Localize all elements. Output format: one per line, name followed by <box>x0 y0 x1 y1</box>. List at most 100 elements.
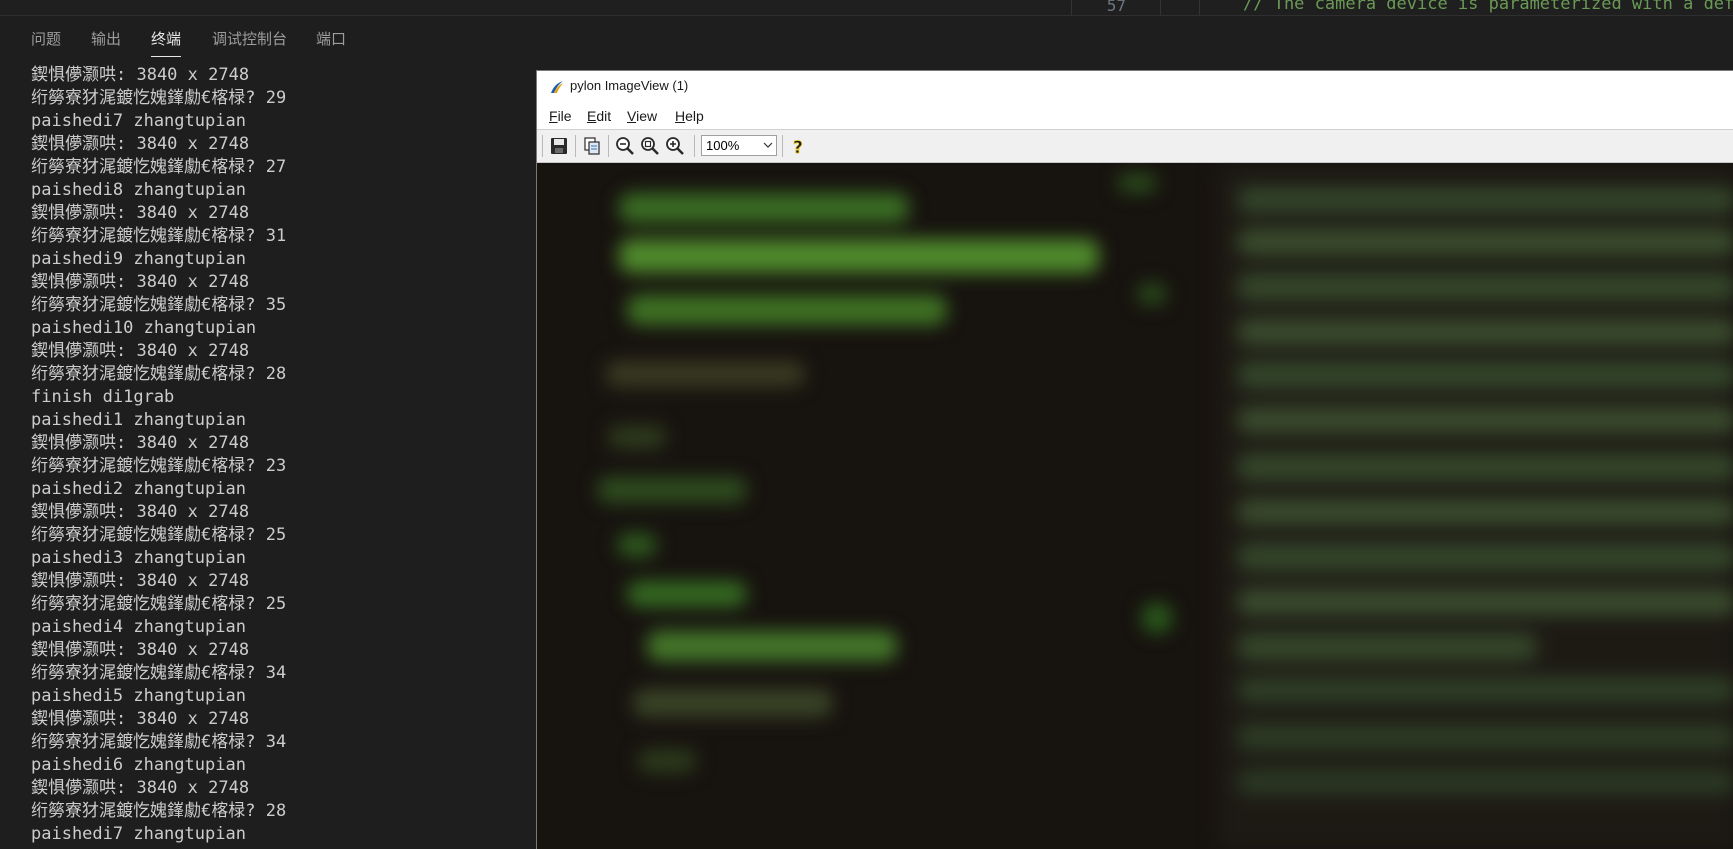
zoom-fit-icon[interactable] <box>640 136 660 156</box>
image-glow <box>1237 589 1733 615</box>
terminal-line: paishedi7 zhangtupian <box>31 824 246 844</box>
editor-divider <box>1160 0 1161 15</box>
terminal-line: 鍥惧儚灏哄: 3840 x 2748 <box>31 502 250 522</box>
image-glow <box>1237 187 1733 213</box>
menu-edit-accel: E <box>587 108 597 124</box>
panel-tab-bar: 问题 输出 终端 调试控制台 端口 <box>0 16 1733 57</box>
terminal-line: 鍥惧儚灏哄: 3840 x 2748 <box>31 571 250 591</box>
chevron-down-icon <box>763 142 773 148</box>
image-canvas[interactable] <box>537 163 1733 849</box>
image-glow <box>1237 633 1537 661</box>
terminal-line: 绗簩寮犲浘鍍忔媿鎽勮€楁椂? 25 <box>31 594 287 614</box>
image-glow <box>637 749 697 773</box>
line-number: 57 <box>1106 0 1126 15</box>
image-glow <box>597 477 747 503</box>
terminal-line: 鍥惧儚灏哄: 3840 x 2748 <box>31 433 250 453</box>
menu-help[interactable]: Help <box>675 108 704 124</box>
terminal-line: 绗簩寮犲浘鍍忔媿鎽勮€楁椂? 27 <box>31 157 287 177</box>
terminal-line: 鍥惧儚灏哄: 3840 x 2748 <box>31 134 250 154</box>
tab-ports[interactable]: 端口 <box>316 28 346 49</box>
terminal-line: paishedi10 zhangtupian <box>31 318 257 338</box>
terminal-line: 鍥惧儚灏哄: 3840 x 2748 <box>31 65 250 85</box>
image-glow <box>1137 283 1167 305</box>
zoom-select[interactable]: 100% <box>701 135 777 156</box>
image-glow <box>605 361 805 387</box>
terminal-line: 鍥惧儚灏哄: 3840 x 2748 <box>31 341 250 361</box>
terminal-output[interactable]: 鍥惧儚灏哄: 3840 x 2748 绗簩寮犲浘鍍忔媿鎽勮€楁椂? 29 paish… <box>31 64 531 848</box>
terminal-line: 绗簩寮犲浘鍍忔媿鎽勮€楁椂? 28 <box>31 801 287 821</box>
image-glow <box>619 239 1099 273</box>
toolbar-separator <box>608 135 609 157</box>
zoom-out-icon[interactable] <box>615 136 635 156</box>
terminal-line: paishedi3 zhangtupian <box>31 548 246 568</box>
image-glow <box>1237 361 1733 389</box>
image-glow <box>617 533 657 557</box>
menu-file-label: ile <box>557 108 572 124</box>
image-glow <box>647 631 897 661</box>
terminal-line: 鍥惧儚灏哄: 3840 x 2748 <box>31 640 250 660</box>
menu-help-label: elp <box>685 108 704 124</box>
terminal-line: finish di1grab <box>31 387 175 407</box>
terminal-line: 鍥惧儚灏哄: 3840 x 2748 <box>31 203 250 223</box>
editor-divider <box>1071 0 1072 15</box>
editor-strip: 57 // The camera device is parameterized… <box>0 0 1733 16</box>
menu-file[interactable]: File <box>549 108 572 124</box>
toolbar: 100% ? <box>537 129 1733 163</box>
window-title-bar[interactable]: pylon ImageView (1) <box>537 71 1733 103</box>
terminal-line: 鍥惧儚灏哄: 3840 x 2748 <box>31 778 250 798</box>
image-glow <box>627 295 947 325</box>
terminal-line: 绗簩寮犲浘鍍忔媿鎽勮€楁椂? 34 <box>31 663 287 683</box>
image-glow <box>1142 603 1172 633</box>
terminal-line: 鍥惧儚灏哄: 3840 x 2748 <box>31 709 250 729</box>
pylon-imageview-window[interactable]: pylon ImageView (1) File Edit View Help <box>536 70 1733 849</box>
terminal-line: paishedi8 zhangtupian <box>31 180 246 200</box>
menu-edit[interactable]: Edit <box>587 108 611 124</box>
toolbar-separator <box>694 135 695 157</box>
terminal-line: 绗簩寮犲浘鍍忔媿鎽勮€楁椂? 34 <box>31 732 287 752</box>
menu-view[interactable]: View <box>627 108 657 124</box>
image-glow <box>607 425 667 449</box>
image-glow <box>1117 173 1157 193</box>
menu-edit-label: dit <box>596 108 612 124</box>
image-glow <box>1237 229 1733 255</box>
blurred-camera-image <box>537 163 1733 849</box>
terminal-line: 鍥惧儚灏哄: 3840 x 2748 <box>31 272 250 292</box>
copy-icon[interactable] <box>582 136 602 156</box>
editor-divider <box>1199 0 1200 15</box>
code-comment: // The camera device is parameterized wi… <box>1243 0 1733 14</box>
image-glow <box>1237 319 1733 345</box>
image-glow <box>1237 723 1733 751</box>
window-title: pylon ImageView (1) <box>570 78 689 93</box>
svg-text:?: ? <box>793 138 803 156</box>
image-glow <box>1237 273 1733 301</box>
terminal-line: paishedi5 zhangtupian <box>31 686 246 706</box>
terminal-line: 绗簩寮犲浘鍍忔媿鎽勮€楁椂? 35 <box>31 295 287 315</box>
toolbar-separator <box>782 135 783 157</box>
terminal-line: paishedi9 zhangtupian <box>31 249 246 269</box>
menu-help-accel: H <box>675 108 686 124</box>
zoom-value: 100% <box>706 138 740 153</box>
zoom-in-icon[interactable] <box>665 136 685 156</box>
terminal-line: 绗簩寮犲浘鍍忔媿鎽勮€楁椂? 25 <box>31 525 287 545</box>
save-icon[interactable] <box>549 136 569 156</box>
tab-output[interactable]: 输出 <box>91 28 121 49</box>
image-glow <box>633 689 833 717</box>
image-glow <box>1237 499 1733 525</box>
menu-bar: File Edit View Help <box>537 103 1733 128</box>
terminal-line: 绗簩寮犲浘鍍忔媿鎽勮€楁椂? 31 <box>31 226 287 246</box>
tab-terminal[interactable]: 终端 <box>151 28 182 57</box>
help-icon[interactable]: ? <box>789 136 809 156</box>
tab-debug-console[interactable]: 调试控制台 <box>212 28 287 49</box>
menu-view-label: iew <box>636 108 658 124</box>
terminal-line: 绗簩寮犲浘鍍忔媿鎽勮€楁椂? 29 <box>31 88 287 108</box>
image-glow <box>1237 677 1733 703</box>
terminal-line: paishedi1 zhangtupian <box>31 410 246 430</box>
menu-view-accel: V <box>627 108 637 124</box>
image-glow <box>1237 543 1733 571</box>
terminal-line: paishedi7 zhangtupian <box>31 111 246 131</box>
toolbar-grip <box>542 135 543 157</box>
pylon-logo-icon <box>551 81 563 93</box>
image-glow <box>619 193 909 223</box>
tab-problems[interactable]: 问题 <box>31 28 61 49</box>
terminal-line: 绗簩寮犲浘鍍忔媿鎽勮€楁椂? 28 <box>31 364 287 384</box>
